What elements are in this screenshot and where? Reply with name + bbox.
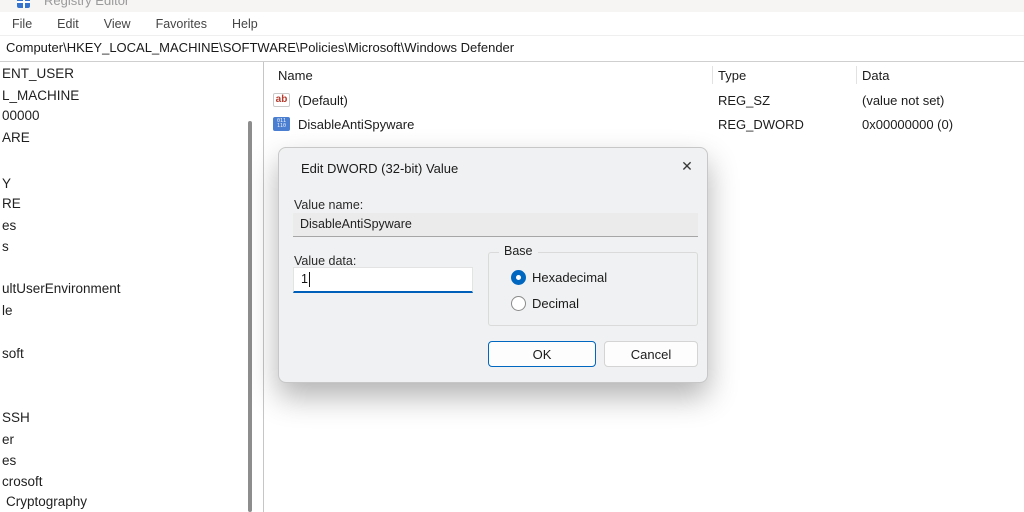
tree-item[interactable]: 00000	[2, 108, 40, 123]
registry-editor-window: Registry Editor File Edit View Favorites…	[0, 0, 1024, 512]
base-group-label: Base	[499, 244, 538, 258]
tree-item[interactable]: le	[2, 303, 13, 318]
tree-item[interactable]: crosoft	[2, 474, 43, 489]
tree-item[interactable]: soft	[2, 346, 24, 361]
tree-item[interactable]: ENT_USER	[2, 66, 74, 81]
tree-item[interactable]: ARE	[2, 130, 30, 145]
radio-hexadecimal-label: Hexadecimal	[532, 270, 608, 285]
radio-decimal-label: Decimal	[532, 296, 579, 311]
radio-decimal[interactable]: Decimal	[511, 296, 579, 311]
tree-item[interactable]: Y	[2, 176, 11, 191]
value-name-field: DisableAntiSpyware	[293, 213, 698, 237]
tree-item[interactable]: SSH	[2, 410, 30, 425]
ok-button[interactable]: OK	[488, 341, 596, 367]
value-name-label: Value name:	[294, 198, 364, 212]
menu-help[interactable]: Help	[229, 15, 261, 33]
window-title: Registry Editor	[44, 0, 130, 8]
column-header-type[interactable]: Type	[718, 68, 746, 83]
menu-file[interactable]: File	[9, 15, 35, 33]
registry-path[interactable]: Computer\HKEY_LOCAL_MACHINE\SOFTWARE\Pol…	[6, 40, 514, 55]
value-row-disableantispyware[interactable]: 011 110 DisableAntiSpyware REG_DWORD 0x0…	[265, 113, 1024, 137]
dword-value-icon: 011 110	[273, 117, 290, 131]
address-bar[interactable]: Computer\HKEY_LOCAL_MACHINE\SOFTWARE\Pol…	[0, 37, 1024, 62]
tree-item[interactable]: ultUserEnvironment	[2, 281, 121, 296]
value-data-label: Value data:	[294, 254, 357, 268]
radio-hexadecimal[interactable]: Hexadecimal	[511, 270, 607, 285]
value-type: REG_SZ	[718, 93, 771, 108]
tree-item[interactable]: L_MACHINE	[2, 88, 79, 103]
tree-vertical-scrollbar[interactable]	[248, 121, 252, 512]
menu-view[interactable]: View	[101, 15, 134, 33]
dword-icon-bits: 110	[276, 123, 287, 129]
base-groupbox: Base Hexadecimal Decimal	[488, 244, 698, 326]
tree-item[interactable]: es	[2, 218, 16, 233]
registry-editor-icon	[17, 0, 30, 8]
value-data: 0x00000000 (0)	[862, 117, 954, 132]
value-row-default[interactable]: ab (Default) REG_SZ (value not set)	[265, 89, 1024, 113]
radio-selected-icon	[511, 270, 526, 285]
tree-item[interactable]: Cryptography	[6, 494, 87, 509]
menu-bar: File Edit View Favorites Help	[0, 12, 1024, 36]
tree-item[interactable]: er	[2, 432, 14, 447]
string-value-icon: ab	[273, 93, 290, 107]
tree-item[interactable]: RE	[2, 196, 21, 211]
tree-item[interactable]: s	[2, 239, 9, 254]
menu-favorites[interactable]: Favorites	[153, 15, 210, 33]
value-data-text: 1	[301, 272, 308, 286]
value-data: (value not set)	[862, 93, 945, 108]
value-data-input[interactable]: 1	[293, 267, 473, 293]
value-name: DisableAntiSpyware	[298, 117, 415, 132]
column-header-name[interactable]: Name	[278, 68, 313, 83]
column-header-data[interactable]: Data	[862, 68, 889, 83]
edit-dword-dialog: Edit DWORD (32-bit) Value ✕ Value name: …	[278, 147, 708, 383]
text-caret	[308, 272, 310, 288]
value-name: (Default)	[298, 93, 348, 108]
value-type: REG_DWORD	[718, 117, 804, 132]
close-icon[interactable]: ✕	[675, 154, 699, 178]
radio-unselected-icon	[511, 296, 526, 311]
column-divider[interactable]	[856, 66, 857, 84]
cancel-button[interactable]: Cancel	[604, 341, 698, 367]
dialog-title: Edit DWORD (32-bit) Value	[301, 161, 459, 176]
registry-tree-pane: ENT_USER L_MACHINE 00000 ARE Y RE es s u…	[0, 62, 264, 512]
tree-item[interactable]: es	[2, 453, 16, 468]
menu-edit[interactable]: Edit	[54, 15, 82, 33]
window-titlebar: Registry Editor	[0, 0, 1024, 12]
column-divider[interactable]	[712, 66, 713, 84]
